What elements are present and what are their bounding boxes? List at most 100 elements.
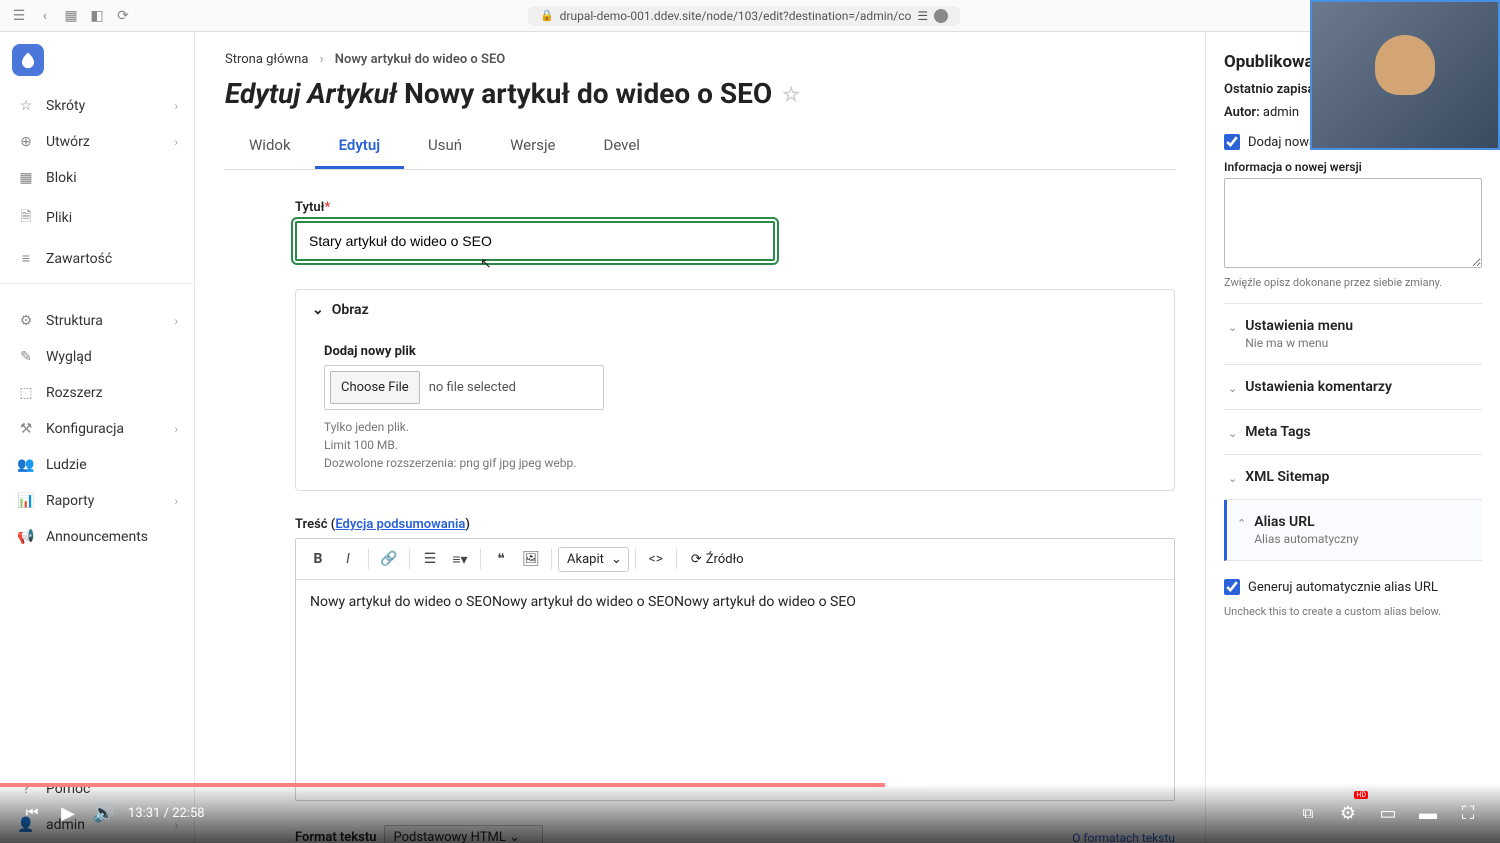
file-status: no file selected (425, 380, 516, 395)
image-button[interactable]: 🖼 (517, 545, 545, 573)
sidebar-item-people[interactable]: 👥Ludzie (0, 447, 194, 483)
content-icon: ≡ (16, 250, 36, 267)
chevron-icon: ⌄ (1228, 382, 1237, 395)
title-label: Tytuł* (295, 200, 1175, 215)
files-icon: 🗎 (16, 206, 36, 230)
chevron-icon: ⌄ (1228, 321, 1237, 334)
appearance-icon: ✎ (16, 349, 36, 365)
video-player-controls: ⏮ ▶ 🔊 13:31 / 22:58 ⧉ ⚙HD ▭ ▬ ⛶ (0, 783, 1500, 843)
tab-usuń[interactable]: Usuń (404, 124, 486, 169)
miniplayer-button[interactable]: ▭ (1370, 795, 1406, 831)
body-label: Treść (Edycja podsumowania) (295, 517, 1175, 532)
sidebar-item-reports[interactable]: 📊Raporty› (0, 483, 194, 519)
volume-button[interactable]: 🔊 (86, 795, 122, 831)
tab-wersje[interactable]: Wersje (486, 124, 579, 169)
file-hint: Tylko jeden plik. Limit 100 MB. Dozwolon… (324, 418, 1146, 472)
new-revision-checkbox[interactable] (1224, 134, 1240, 150)
accordion-ustawienia-komentarzy[interactable]: ⌄Ustawienia komentarzy (1224, 365, 1482, 410)
chevron-icon: ⌄ (1228, 427, 1237, 440)
tab-edytuj[interactable]: Edytuj (315, 124, 404, 169)
chevron-right-icon: › (174, 99, 178, 113)
image-fieldset-toggle[interactable]: ⌄ Obraz (296, 290, 1174, 330)
accordion-meta-tags[interactable]: ⌄Meta Tags (1224, 410, 1482, 455)
chevron-icon: ⌃ (1237, 517, 1246, 530)
chevron-right-icon: › (174, 135, 178, 149)
favorite-star-icon[interactable]: ☆ (782, 82, 800, 106)
choose-file-button[interactable]: Choose File (330, 371, 420, 404)
announce-icon: 📢 (16, 529, 36, 545)
breadcrumb-current: Nowy artykuł do wideo o SEO (335, 52, 505, 67)
progress-bar[interactable] (0, 783, 1500, 787)
accordion-alias-url[interactable]: ⌃Alias URLAlias automatyczny (1224, 500, 1482, 561)
edit-summary-link[interactable]: Edycja podsumowania (335, 517, 465, 532)
auto-url-hint: Uncheck this to create a custom alias be… (1224, 605, 1482, 618)
meta-sidebar: Opublikowane Ostatnio zapisano: 06/28/20… (1205, 32, 1500, 843)
file-input[interactable]: Choose File no file selected (324, 365, 604, 410)
admin-sidebar: ☆Skróty›⊕Utwórz›▦Bloki🗎Pliki≡Zawartość ⚙… (0, 32, 195, 843)
image-fieldset: ⌄ Obraz Dodaj nowy plik Choose File no f… (295, 289, 1175, 491)
captions-button[interactable]: ⧉ (1290, 795, 1326, 831)
chevron-down-icon: ⌄ (312, 302, 324, 318)
tab-icon[interactable]: ▦ (62, 7, 80, 25)
drupal-logo[interactable] (12, 44, 44, 76)
code-button[interactable]: <> (642, 545, 670, 573)
sidebar-item-plus[interactable]: ⊕Utwórz› (0, 124, 194, 160)
site-settings-icon[interactable] (934, 9, 948, 23)
chevron-icon: ⌄ (1228, 472, 1237, 485)
play-button[interactable]: ▶ (50, 795, 86, 831)
lock-icon: 🔒 (540, 9, 554, 22)
revision-hint: Zwięźle opisz dokonane przez siebie zmia… (1224, 276, 1482, 289)
sidebar-item-announce[interactable]: 📢Announcements (0, 519, 194, 555)
breadcrumb: Strona główna › Nowy artykuł do wideo o … (225, 52, 1175, 67)
url-bar[interactable]: 🔒 drupal-demo-001.ddev.site/node/103/edi… (528, 6, 960, 26)
link-button[interactable]: 🔗 (375, 545, 403, 573)
bold-button[interactable]: B (304, 545, 332, 573)
prev-button[interactable]: ⏮ (14, 795, 50, 831)
window-icon[interactable]: ◧ (88, 7, 106, 25)
fullscreen-button[interactable]: ⛶ (1450, 795, 1486, 831)
numbered-list-button[interactable]: ≡▾ (446, 545, 474, 573)
accordion-xml-sitemap[interactable]: ⌄XML Sitemap (1224, 455, 1482, 500)
reports-icon: 📊 (16, 493, 36, 509)
breadcrumb-home[interactable]: Strona główna (225, 52, 308, 67)
source-button[interactable]: ⟳Źródło (683, 548, 752, 571)
page-title: Edytuj Artykuł Nowy artykuł do wideo o S… (225, 77, 1175, 110)
editor-toolbar: B I 🔗 ☰ ≡▾ ❝ 🖼 Akapit ⌄ <> (296, 539, 1174, 580)
file-label: Dodaj nowy plik (324, 344, 1146, 359)
bullet-list-button[interactable]: ☰ (416, 545, 444, 573)
italic-button[interactable]: I (334, 545, 362, 573)
settings-button[interactable]: ⚙HD (1330, 795, 1366, 831)
auto-url-label: Generuj automatycznie alias URL (1248, 580, 1438, 595)
sidebar-item-structure[interactable]: ⚙Struktura› (0, 303, 194, 339)
sidebar-toggle-icon[interactable]: ☰ (10, 7, 28, 25)
plus-icon: ⊕ (16, 134, 36, 150)
webcam-overlay (1310, 0, 1500, 150)
chevron-right-icon: › (320, 52, 324, 67)
paragraph-style-select[interactable]: Akapit ⌄ (558, 547, 629, 572)
main-content: Strona główna › Nowy artykuł do wideo o … (195, 32, 1205, 843)
editor-textarea[interactable]: Nowy artykuł do wideo o SEONowy artykuł … (296, 580, 1174, 800)
accordion-ustawienia-menu[interactable]: ⌄Ustawienia menuNie ma w menu (1224, 304, 1482, 365)
tab-devel[interactable]: Devel (579, 124, 663, 169)
blockquote-button[interactable]: ❝ (487, 545, 515, 573)
chevron-right-icon: › (174, 422, 178, 436)
revision-info-textarea[interactable] (1224, 178, 1482, 268)
primary-tabs: WidokEdytujUsuńWersjeDevel (225, 124, 1175, 170)
back-icon[interactable]: ‹ (36, 7, 54, 25)
sidebar-item-extend[interactable]: ⬚Rozszerz (0, 375, 194, 411)
blocks-icon: ▦ (16, 170, 36, 186)
url-text: drupal-demo-001.ddev.site/node/103/edit?… (560, 9, 912, 23)
chevron-right-icon: › (174, 494, 178, 508)
sidebar-item-blocks[interactable]: ▦Bloki (0, 160, 194, 196)
tab-widok[interactable]: Widok (225, 124, 315, 169)
refresh-icon[interactable]: ⟳ (114, 7, 132, 25)
star-icon: ☆ (16, 98, 36, 114)
theater-button[interactable]: ▬ (1410, 795, 1446, 831)
sidebar-item-appearance[interactable]: ✎Wygląd (0, 339, 194, 375)
sidebar-item-star[interactable]: ☆Skróty› (0, 88, 194, 124)
sidebar-item-config[interactable]: ⚒Konfiguracja› (0, 411, 194, 447)
title-input[interactable] (295, 221, 775, 261)
auto-url-checkbox[interactable] (1224, 579, 1240, 595)
sidebar-item-content[interactable]: ≡Zawartość (0, 240, 194, 277)
sidebar-item-files[interactable]: 🗎Pliki (0, 196, 194, 240)
